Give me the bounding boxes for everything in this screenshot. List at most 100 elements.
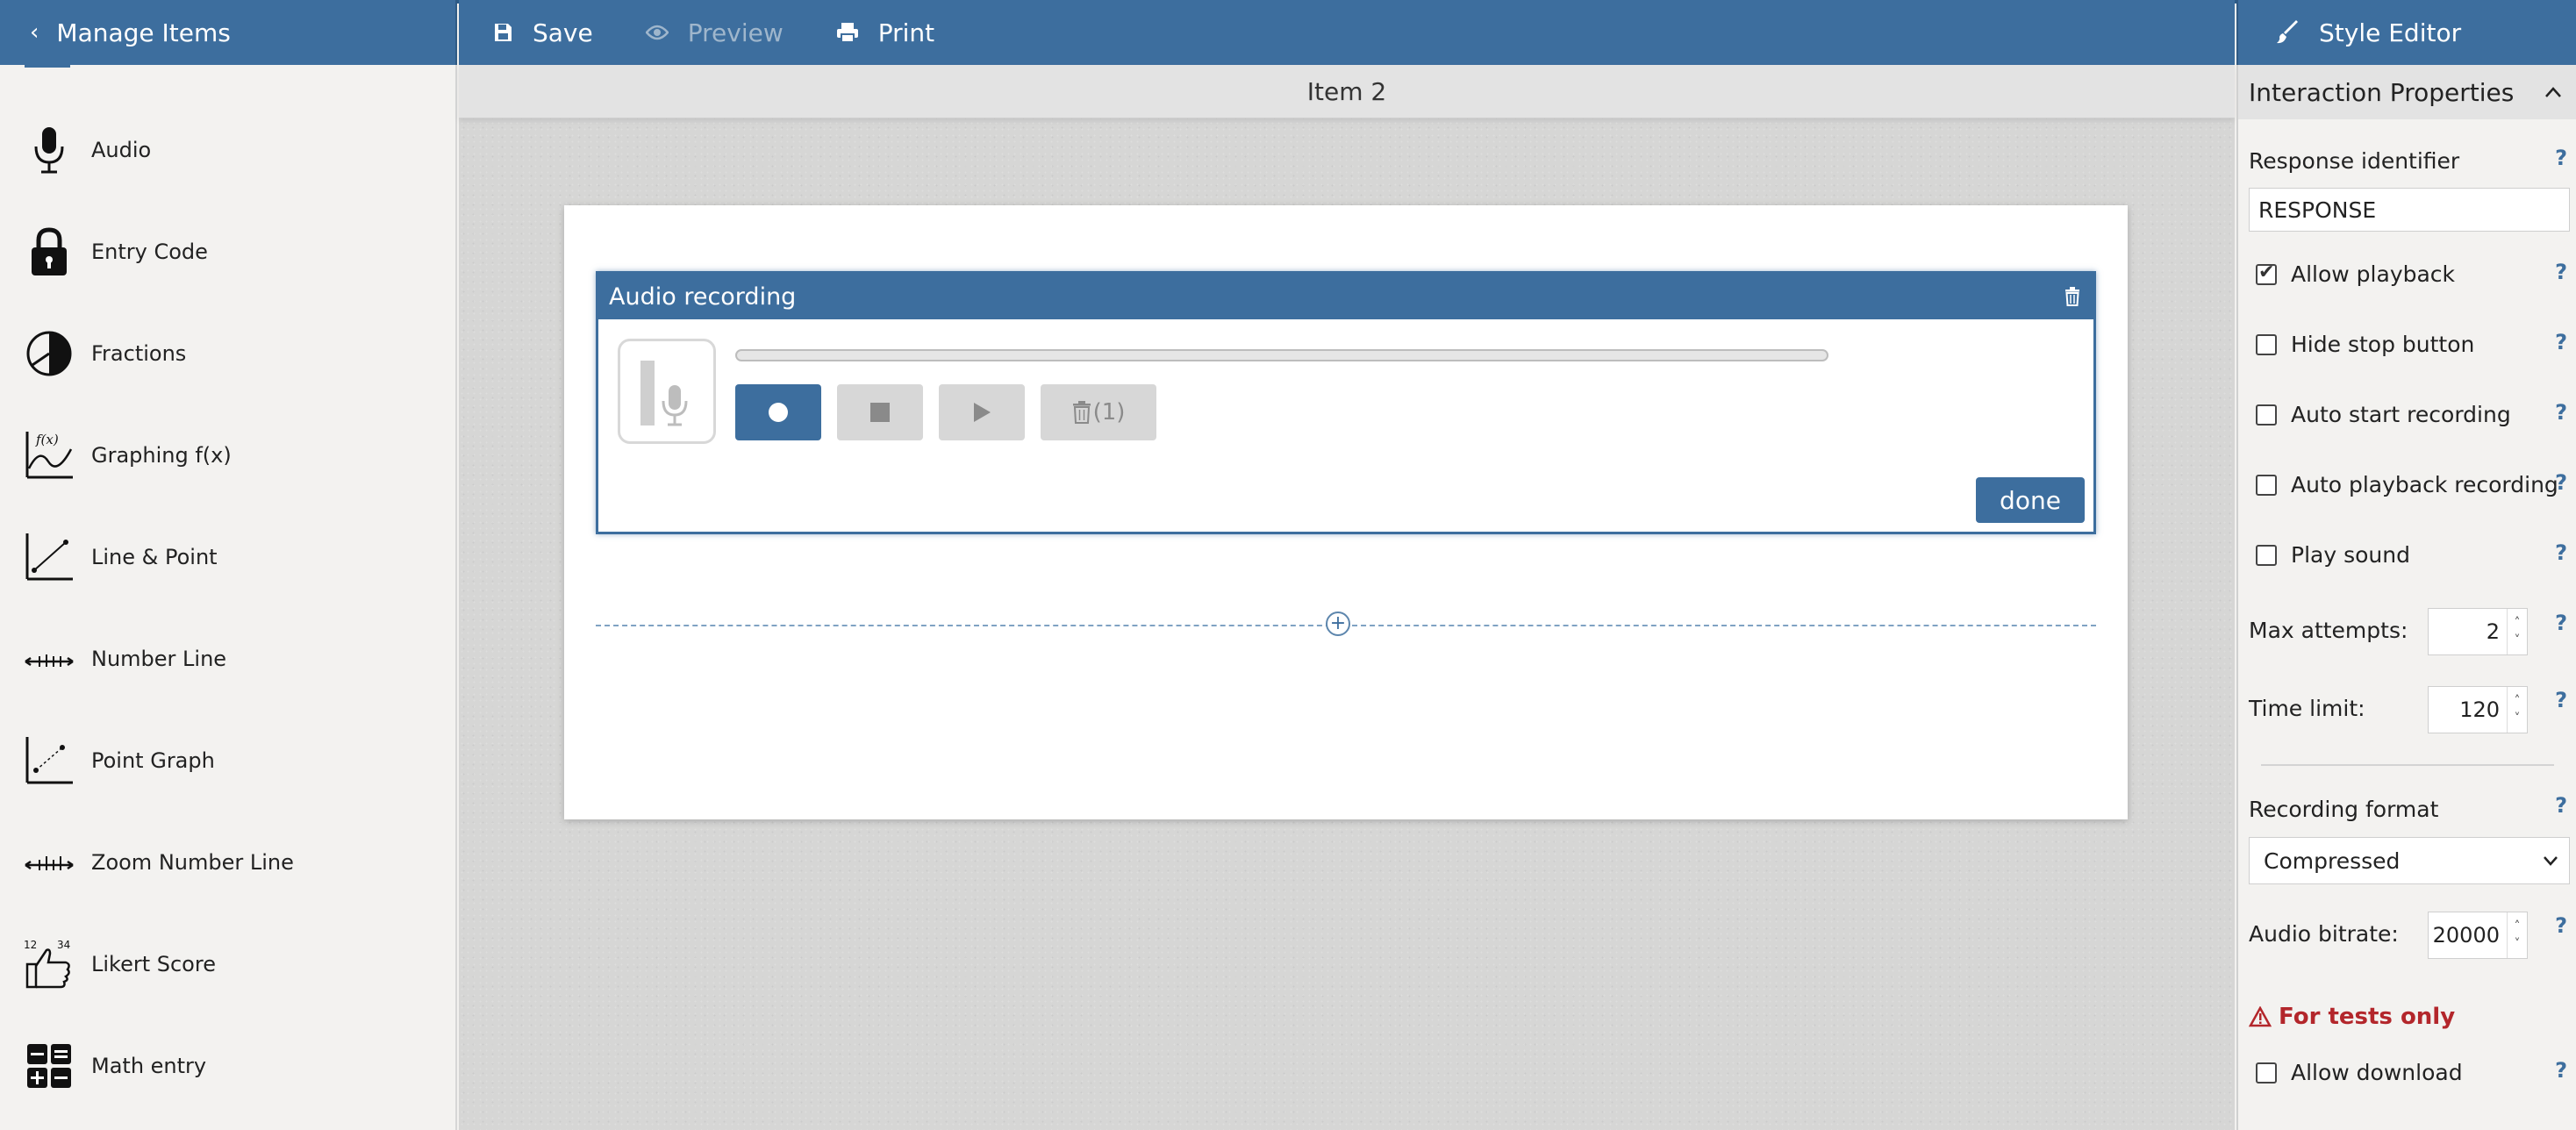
line-point-icon [21,529,77,585]
chevron-left-icon[interactable]: ‹ [30,19,39,46]
checkbox-label: Auto start recording [2291,402,2511,427]
sidebar-item-label: Audio [91,138,152,162]
auto-playback-recording-checkbox[interactable]: Auto playback recording [2256,472,2558,497]
sidebar-item-entry-code[interactable]: Entry Code [21,212,208,291]
sidebar-item-label: Number Line [91,647,227,671]
sidebar-item-label: Zoom Number Line [91,850,294,875]
thumbs-up-icon: 12 34 [21,936,77,992]
save-button[interactable]: Save [492,18,593,47]
checkbox-box[interactable] [2256,474,2277,496]
hide-stop-button-checkbox[interactable]: Hide stop button [2256,332,2474,357]
sidebar-item-label: Likert Score [91,952,216,976]
response-identifier-input[interactable]: RESPONSE [2249,188,2570,232]
toolbar: Save Preview Print [459,0,2235,65]
help-icon[interactable]: ? [2555,400,2567,425]
manage-items-bar[interactable]: ‹ Manage Items [0,0,457,65]
play-sound-checkbox[interactable]: Play sound [2256,542,2410,568]
play-button[interactable] [939,384,1025,440]
sidebar-item-graphing[interactable]: f(x) Graphing f(x) [21,416,232,495]
lock-icon [21,224,77,280]
time-limit-stepper[interactable]: 120 ˄ ˅ [2428,686,2528,733]
stepper-arrows-icon[interactable]: ˄ ˅ [2507,609,2527,654]
help-icon[interactable]: ? [2555,1058,2567,1083]
sidebar-item-label: Line & Point [91,545,218,569]
print-label: Print [877,18,935,47]
audio-bitrate-value[interactable]: 20000 [2429,923,2507,948]
checkbox-box[interactable] [2256,404,2277,426]
sidebar-item-label: Entry Code [91,240,208,264]
interaction-palette: Audio Entry Code Fractions f(x) Graphing… [0,65,457,1130]
style-editor-label: Style Editor [2319,18,2462,47]
item-page[interactable]: Audio recording (1) done + [564,205,2128,819]
warning-text: For tests only [2279,1004,2456,1030]
sidebar-item-zoom-number-line[interactable]: Zoom Number Line [21,823,294,902]
max-attempts-value[interactable]: 2 [2429,619,2507,644]
response-identifier-label: Response identifier [2249,148,2460,174]
add-block-icon[interactable]: + [1326,611,1350,636]
preview-label: Preview [687,18,784,47]
help-icon[interactable]: ? [2555,470,2567,495]
selected-format: Compressed [2264,848,2401,874]
save-label: Save [533,18,593,47]
sidebar-item-likert[interactable]: 12 34 Likert Score [21,925,216,1004]
max-attempts-stepper[interactable]: 2 ˄ ˅ [2428,608,2528,655]
warning-triangle-icon [2249,1006,2272,1027]
allow-playback-checkbox[interactable]: Allow playback [2256,261,2455,287]
scroll-indicator [25,65,70,68]
manage-items-link[interactable]: Manage Items [56,18,230,47]
item-canvas: Item 2 Audio recording (1) done + [459,65,2235,1130]
sidebar-item-point-graph[interactable]: Point Graph [21,721,215,800]
sidebar-item-line-point[interactable]: Line & Point [21,518,218,597]
done-button[interactable]: done [1976,477,2085,523]
help-icon[interactable]: ? [2555,540,2567,565]
help-icon[interactable]: ? [2555,146,2567,170]
sidebar-item-number-line[interactable]: Number Line [21,619,226,698]
checkbox-label: Allow download [2291,1060,2463,1085]
reset-recording-button[interactable]: (1) [1041,384,1156,440]
preview-button[interactable]: Preview [645,18,784,47]
svg-text:12: 12 [24,939,37,951]
audio-bitrate-stepper[interactable]: 20000 ˄ ˅ [2428,912,2528,959]
section-title: Interaction Properties [2249,77,2515,107]
chevron-down-icon [2544,856,2558,866]
number-line-icon [21,631,77,687]
print-button[interactable]: Print [836,18,934,47]
save-icon [495,24,512,41]
checkbox-label: Hide stop button [2291,332,2475,357]
stepper-arrows-icon[interactable]: ˄ ˅ [2507,687,2527,733]
stop-button[interactable] [837,384,923,440]
help-icon[interactable]: ? [2555,913,2567,938]
trash-icon[interactable] [2064,287,2081,306]
checkbox-box[interactable] [2256,261,2277,285]
chevron-up-icon[interactable] [2544,86,2562,98]
sidebar-item-math-entry[interactable]: Math entry [21,1026,206,1105]
help-icon[interactable]: ? [2555,330,2567,354]
pie-chart-icon [21,325,77,382]
paintbrush-icon [2277,20,2298,44]
help-icon[interactable]: ? [2555,611,2567,635]
point-graph-icon [21,733,77,789]
help-icon[interactable]: ? [2555,260,2567,284]
auto-start-recording-checkbox[interactable]: Auto start recording [2256,402,2511,427]
audio-recording-widget[interactable]: Audio recording (1) done [596,271,2096,534]
recording-format-select[interactable]: Compressed [2249,837,2570,884]
time-limit-label: Time limit: [2249,696,2365,721]
time-limit-value[interactable]: 120 [2429,697,2507,722]
help-icon[interactable]: ? [2555,688,2567,712]
stepper-arrows-icon[interactable]: ˄ ˅ [2507,912,2527,958]
interaction-properties-header[interactable]: Interaction Properties [2238,65,2576,119]
checkbox-box[interactable] [2256,544,2277,566]
svg-text:f(x): f(x) [35,432,59,447]
checkbox-box[interactable] [2256,333,2277,355]
allow-download-checkbox[interactable]: Allow download [2256,1060,2463,1085]
sidebar-item-audio[interactable]: Audio [21,111,151,190]
sidebar-item-label: Point Graph [91,748,215,773]
help-icon[interactable]: ? [2555,793,2567,818]
checkbox-box[interactable] [2256,1062,2277,1084]
record-button[interactable] [735,384,821,440]
sidebar-item-fractions[interactable]: Fractions [21,314,186,393]
tests-only-warning: For tests only [2249,1004,2455,1030]
sidebar-item-label: Fractions [91,341,187,366]
item-title: Item 2 [459,65,2235,118]
style-editor-button[interactable]: Style Editor [2236,0,2576,65]
